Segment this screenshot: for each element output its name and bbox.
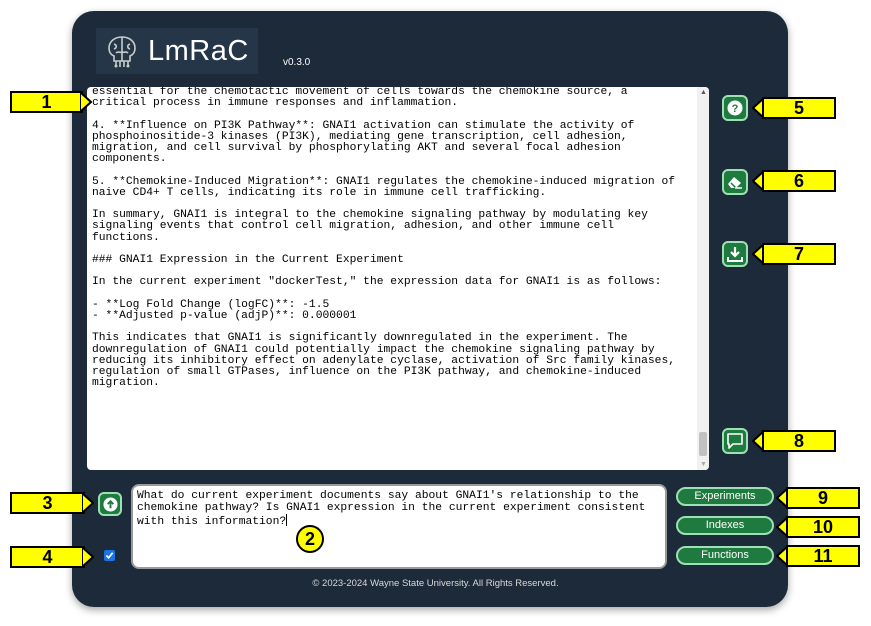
scroll-down-arrow-icon[interactable]: ▼ [700,461,707,468]
callout-label-5: 5 [762,97,836,119]
app-title: LmRaC [148,34,249,67]
response-text: essential for the chemotactic movement o… [92,87,676,390]
brain-circuit-icon [108,36,136,68]
callout-7: 7 [752,243,836,265]
callout-label-11: 11 [786,545,860,567]
query-input[interactable]: What do current experiment documents say… [131,484,667,569]
question-circle-icon: ? [727,100,743,116]
callout-arrow-right [82,492,94,514]
functions-button[interactable]: Functions [676,546,774,565]
download-button[interactable] [722,241,748,267]
callout-label-6: 6 [762,170,836,192]
callout-label-8: 8 [762,430,836,452]
app-version: v0.3.0 [283,57,311,68]
option-checkbox[interactable] [104,550,115,561]
callout-arrow-right [80,91,92,113]
svg-text:?: ? [732,103,739,115]
arrow-up-circle-icon [102,496,118,512]
scroll-up-arrow-icon[interactable]: ▲ [700,89,707,96]
chat-bubble-icon [727,433,743,449]
callout-1: 1 [10,91,92,113]
callout-label-7: 7 [762,243,836,265]
callout-label-3: 3 [10,492,85,514]
callout-label-4: 4 [10,546,85,568]
clear-button[interactable] [722,169,748,195]
callout-3: 3 [10,492,94,514]
callout-label-1: 1 [10,91,83,113]
callout-5: 5 [752,97,836,119]
chat-button[interactable] [722,428,748,454]
callout-6: 6 [752,170,836,192]
download-icon [727,247,743,262]
checkmark-icon [105,552,114,559]
callout-label-10: 10 [786,516,860,538]
callout-label-9: 9 [786,487,860,509]
app-logo: LmRaC [96,28,258,74]
callout-11: 11 [776,545,860,567]
query-input-text: What do current experiment documents say… [137,490,646,528]
callout-9: 9 [776,487,860,509]
callout-4: 4 [10,546,94,568]
experiments-button[interactable]: Experiments [676,487,774,506]
callout-10: 10 [776,516,860,538]
text-caret [286,514,288,526]
send-button[interactable] [98,492,122,516]
response-output[interactable]: essential for the chemotactic movement o… [87,87,709,470]
callout-arrow-right [82,546,94,568]
callout-2: 2 [296,525,324,553]
callout-8: 8 [752,430,836,452]
indexes-button[interactable]: Indexes [676,516,774,535]
eraser-icon [728,177,742,189]
output-scrollbar[interactable]: ▲ ▼ [697,87,709,470]
scroll-thumb[interactable] [699,432,707,456]
help-button[interactable]: ? [722,95,748,121]
copyright-footer: © 2023-2024 Wayne State University. All … [312,578,559,589]
